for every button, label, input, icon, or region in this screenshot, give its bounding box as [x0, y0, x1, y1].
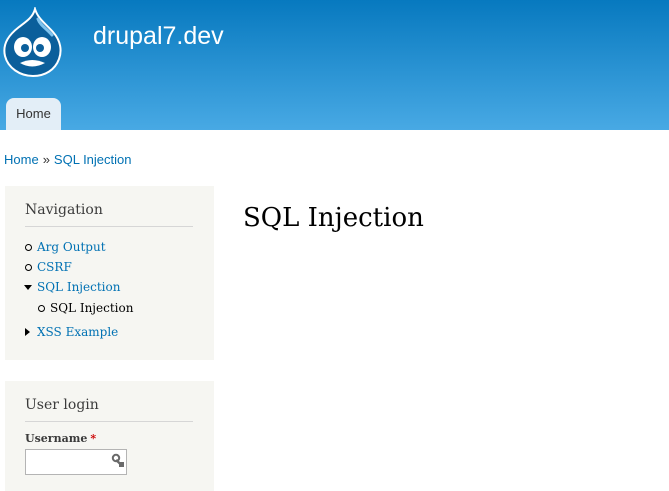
user-login-block: User login Username * — [5, 381, 214, 491]
navigation-title: Navigation — [25, 200, 193, 227]
site-header: drupal7.dev Home — [0, 0, 669, 130]
collapsed-arrow-icon — [25, 328, 30, 336]
nav-link-xss-example[interactable]: XSS Example — [37, 324, 118, 341]
nav-link-arg-output[interactable]: Arg Output — [37, 239, 106, 256]
nav-link-sql-injection[interactable]: SQL Injection — [37, 279, 120, 296]
tab-home[interactable]: Home — [6, 98, 61, 130]
bullet-icon — [25, 264, 32, 271]
breadcrumb-home-link[interactable]: Home — [4, 152, 39, 167]
page-title: SQL Injection — [243, 203, 424, 233]
navigation-block: Navigation Arg Output CSRF SQL Injection… — [5, 186, 214, 360]
breadcrumb-sql-injection-link[interactable]: SQL Injection — [54, 152, 132, 167]
nav-link-sql-injection-active[interactable]: SQL Injection — [50, 300, 133, 317]
user-login-title: User login — [25, 395, 193, 422]
nav-link-csrf[interactable]: CSRF — [37, 259, 72, 276]
bullet-icon — [38, 305, 45, 312]
username-label: Username * — [25, 431, 96, 446]
main-menu: Home — [6, 98, 61, 130]
breadcrumb: Home» SQL Injection — [4, 151, 131, 168]
drupal-logo-icon[interactable] — [2, 7, 64, 77]
username-label-text: Username — [25, 432, 88, 445]
breadcrumb-separator: » — [42, 152, 50, 167]
expanded-arrow-icon — [24, 285, 32, 290]
password-manager-icon[interactable] — [111, 453, 125, 467]
site-name[interactable]: drupal7.dev — [93, 20, 224, 52]
bullet-icon — [25, 244, 32, 251]
required-marker: * — [90, 432, 97, 445]
